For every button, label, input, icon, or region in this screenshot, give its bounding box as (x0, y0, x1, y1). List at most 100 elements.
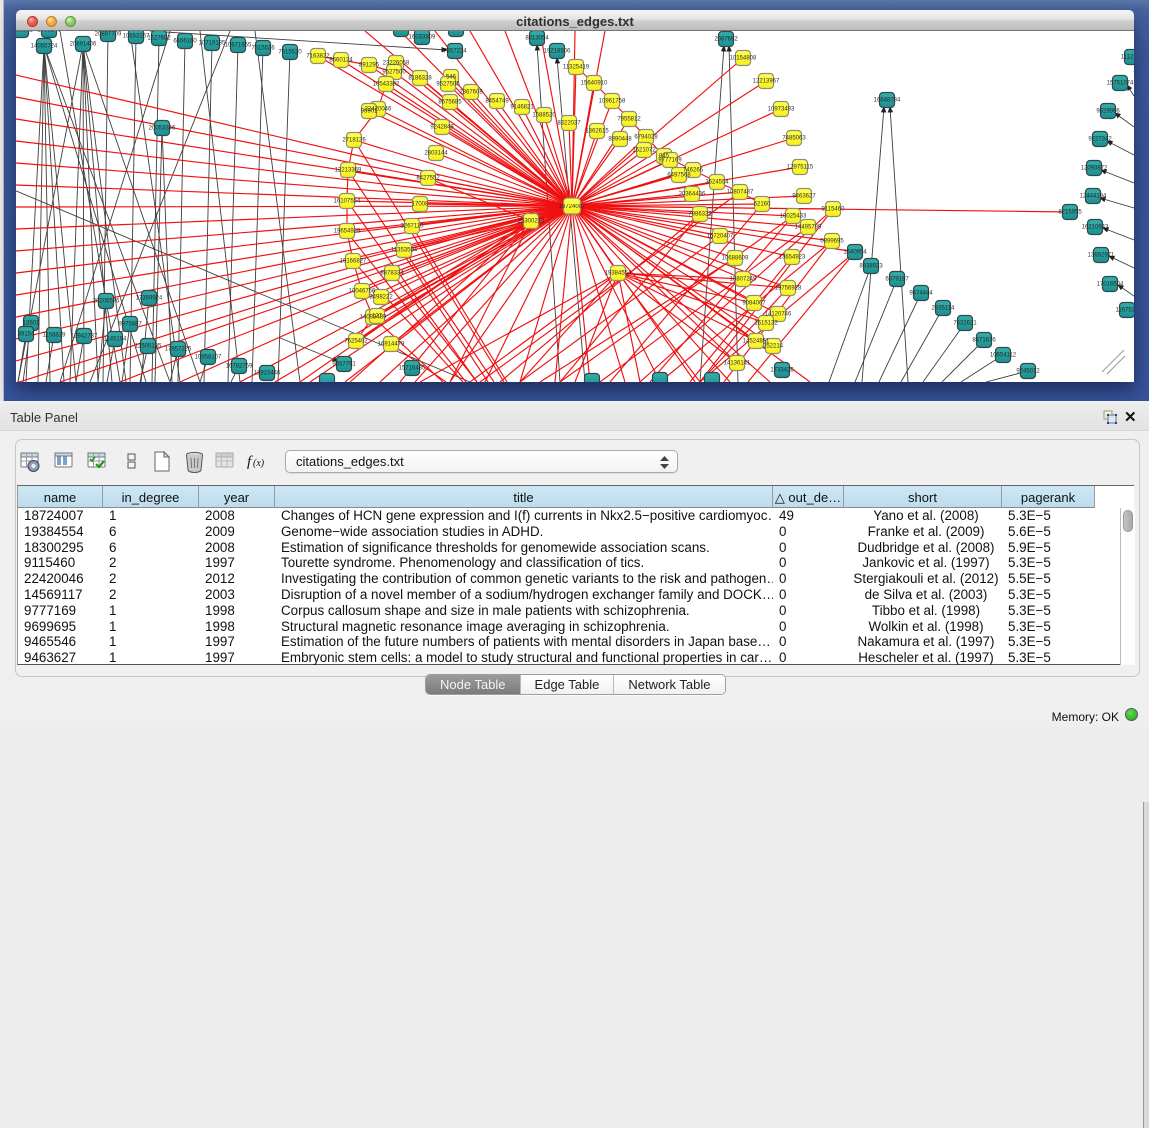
svg-text:9329966: 9329966 (1096, 109, 1120, 115)
svg-text:20691406: 20691406 (70, 42, 97, 48)
svg-text:6497568: 6497568 (667, 173, 691, 179)
svg-text:1603380: 1603380 (389, 31, 413, 33)
svg-text:6879197: 6879197 (885, 277, 909, 283)
svg-text:16210643: 16210643 (1082, 225, 1109, 231)
svg-text:7515526: 7515526 (251, 46, 275, 52)
svg-text:14495799: 14495799 (795, 225, 822, 231)
svg-text:1640954: 1640954 (843, 250, 867, 256)
svg-text:1588520: 1588520 (532, 113, 556, 119)
svg-text:10654112: 10654112 (990, 353, 1017, 359)
svg-text:20206576: 20206576 (93, 299, 120, 305)
svg-text:2718126: 2718126 (342, 138, 366, 144)
svg-text:10719185: 10719185 (199, 41, 226, 47)
svg-text:39154: 39154 (18, 332, 35, 338)
svg-text:2867608: 2867608 (459, 90, 483, 96)
svg-text:62160: 62160 (754, 202, 771, 208)
svg-text:8660124: 8660124 (329, 58, 353, 64)
svg-text:0899695: 0899695 (820, 239, 844, 245)
svg-text:16107554: 16107554 (334, 199, 361, 205)
svg-text:10671955: 10671955 (225, 43, 252, 49)
svg-text:20364436: 20364436 (679, 192, 706, 198)
svg-text:891295: 891295 (359, 63, 380, 69)
svg-text:12505135: 12505135 (135, 344, 162, 350)
svg-text:(x): (x) (253, 458, 265, 469)
svg-text:2087682: 2087682 (714, 37, 738, 43)
svg-text:11353594: 11353594 (391, 248, 418, 254)
svg-text:12213369: 12213369 (335, 168, 362, 174)
svg-text:8322037: 8322037 (557, 121, 581, 127)
svg-text:7986322: 7986322 (688, 212, 712, 218)
svg-text:12093872: 12093872 (1081, 166, 1108, 172)
svg-text:15751074: 15751074 (1107, 81, 1134, 87)
svg-text:13692971: 13692971 (1088, 253, 1115, 259)
svg-text:20897709: 20897709 (95, 32, 122, 38)
svg-text:10688609: 10688609 (722, 256, 749, 262)
svg-text:20053346: 20053346 (149, 126, 176, 132)
svg-text:13501: 13501 (23, 321, 40, 327)
svg-text:8938923: 8938923 (859, 264, 883, 270)
svg-text:18807249: 18807249 (730, 277, 757, 283)
svg-text:546: 546 (446, 75, 457, 81)
svg-text:10025433: 10025433 (780, 214, 807, 220)
svg-text:18724007: 18724007 (559, 204, 586, 210)
svg-text:12444194: 12444194 (1080, 194, 1107, 200)
svg-text:17016504: 17016504 (1097, 282, 1124, 288)
svg-text:19166827: 19166827 (340, 259, 367, 265)
svg-text:17957225: 17957225 (165, 347, 192, 353)
svg-text:9657791: 9657791 (332, 362, 356, 368)
svg-text:16914479: 16914479 (378, 342, 405, 348)
svg-text:1733426: 1733426 (770, 368, 794, 374)
svg-text:2935114: 2935114 (932, 306, 956, 312)
svg-text:7632621: 7632621 (953, 321, 977, 327)
svg-text:9115460: 9115460 (822, 207, 846, 213)
svg-text:7955812: 7955812 (617, 117, 641, 123)
svg-text:2803144: 2803144 (424, 151, 448, 157)
svg-text:1527602: 1527602 (147, 36, 171, 42)
svg-text:10973493: 10973493 (768, 107, 795, 113)
svg-text:15720407: 15720407 (707, 234, 734, 240)
svg-text:1621072: 1621072 (632, 148, 656, 154)
svg-text:6794028: 6794028 (634, 135, 658, 141)
svg-text:10154808: 10154808 (730, 56, 757, 62)
svg-text:17359924: 17359924 (136, 296, 163, 302)
svg-text:1145194: 1145194 (104, 337, 128, 343)
svg-text:8471676: 8471676 (972, 338, 996, 344)
svg-text:1362615: 1362615 (585, 129, 609, 135)
svg-text:10961758: 10961758 (599, 99, 626, 105)
svg-text:9527500: 9527500 (382, 70, 406, 76)
svg-text:1156829: 1156829 (43, 333, 67, 339)
svg-text:1112345: 1112345 (1121, 55, 1134, 61)
svg-text:12975115: 12975115 (787, 165, 814, 171)
svg-text:7485063: 7485063 (782, 136, 806, 142)
svg-text:10958107: 10958107 (195, 355, 222, 361)
svg-text:16648784: 16648784 (874, 98, 901, 104)
svg-text:1167534: 1167534 (1116, 308, 1134, 314)
svg-text:9777169: 9777169 (658, 158, 682, 164)
svg-text:14055724: 14055724 (31, 44, 58, 50)
svg-text:19384554: 19384554 (605, 271, 632, 277)
svg-text:9242848: 9242848 (430, 125, 454, 131)
svg-text:8186328: 8186328 (408, 76, 432, 82)
svg-text:1405572: 1405572 (16, 31, 33, 34)
svg-text:9084067: 9084067 (742, 301, 766, 307)
svg-text:19756928: 19756928 (775, 286, 802, 292)
svg-text:127: 127 (372, 314, 383, 320)
svg-text:8990448: 8990448 (608, 137, 632, 143)
svg-text:14136141: 14136141 (724, 361, 751, 367)
svg-text:8813054: 8813054 (525, 36, 549, 42)
svg-text:10543382: 10543382 (373, 82, 400, 88)
svg-text:8675685: 8675685 (438, 100, 462, 106)
svg-text:7515520: 7515520 (278, 50, 302, 56)
svg-text:14120746: 14120746 (765, 312, 792, 318)
svg-text:6466160: 6466160 (173, 39, 197, 45)
svg-text:19654925: 19654925 (334, 229, 361, 235)
svg-text:25300213: 25300213 (518, 219, 545, 225)
svg-text:9527505: 9527505 (436, 82, 460, 88)
svg-text:9474444: 9474444 (909, 291, 933, 297)
svg-text:15716485: 15716485 (399, 366, 426, 372)
svg-text:8878334: 8878334 (380, 271, 404, 277)
svg-text:10807487: 10807487 (727, 190, 754, 196)
svg-text:16782759: 16782759 (226, 364, 253, 370)
svg-text:16033809: 16033809 (409, 35, 436, 41)
svg-text:3267110: 3267110 (401, 224, 425, 230)
